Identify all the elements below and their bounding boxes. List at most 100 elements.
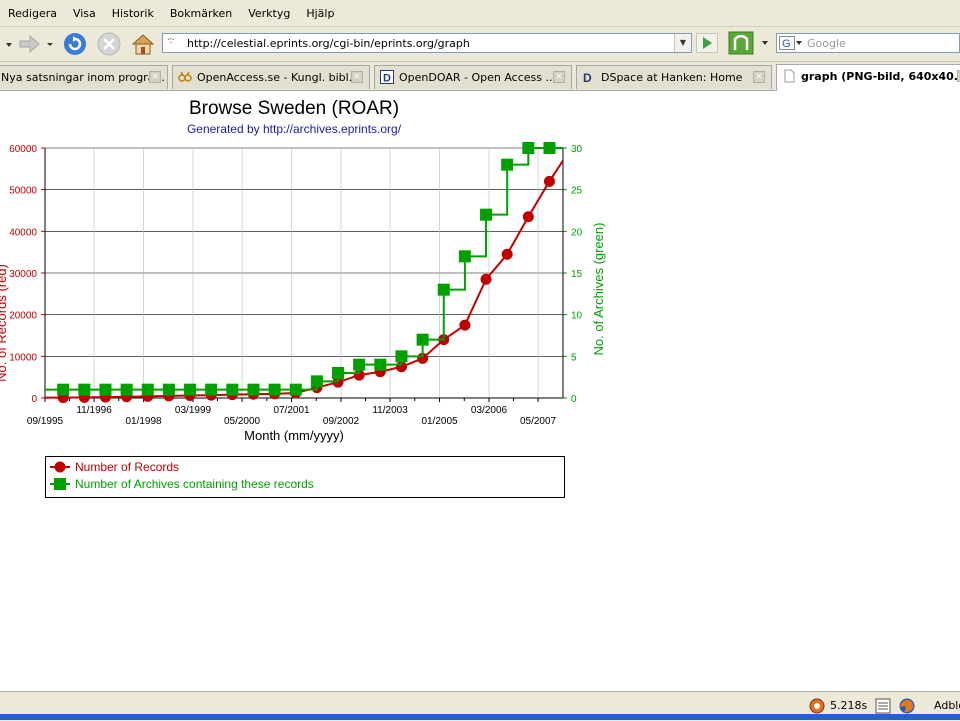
y-right-tick-label: 5 (571, 352, 577, 363)
load-time: 5.218s (830, 699, 868, 712)
archives-data-point (458, 250, 471, 263)
archives-data-point (353, 358, 366, 371)
search-placeholder[interactable]: Google (807, 37, 846, 50)
archives-data-point (99, 383, 112, 396)
openaccess-icon (178, 71, 192, 82)
menu-item-redigera[interactable]: Redigera (0, 7, 65, 20)
svg-text:D: D (583, 71, 592, 84)
x-tick-label: 05/2000 (224, 416, 261, 427)
forward-icon[interactable] (16, 31, 42, 57)
y-right-tick-label: 10 (571, 311, 583, 322)
records-data-point (501, 248, 513, 260)
site-identity-icon[interactable]: ·:· (167, 35, 175, 46)
y-left-tick-label: 60000 (9, 144, 37, 155)
y-right-tick-label: 20 (571, 227, 583, 238)
x-tick-label: 11/2003 (372, 405, 408, 416)
archives-data-point (522, 142, 535, 154)
y-right-tick-label: 15 (571, 269, 583, 280)
y-left-tick-label: 10000 (9, 352, 37, 363)
chart-title: Browse Sweden (ROAR) (189, 98, 399, 119)
menu-item-verktyg[interactable]: Verktyg (240, 7, 298, 20)
menu-item-bokmarken[interactable]: Bokmärken (162, 7, 240, 20)
url-dropdown-icon[interactable]: ▼ (674, 34, 691, 52)
records-data-point (480, 273, 492, 285)
x-tick-label: 09/1995 (27, 416, 64, 427)
archives-data-point (374, 358, 387, 371)
svg-text:G: G (782, 38, 791, 50)
close-icon[interactable]: × (753, 71, 765, 83)
tab-label[interactable]: OpenDOAR - Open Access ... (399, 67, 556, 89)
archives-data-point (289, 383, 302, 396)
x-tick-label: 03/2006 (471, 405, 508, 416)
records-data-point (522, 211, 534, 223)
tab-label[interactable]: Nya satsningar inom progra... (1, 67, 165, 89)
tab-bar: Nya satsningar inom progra... × OpenAcce… (0, 62, 960, 91)
x-tick-label: 03/1999 (175, 405, 212, 416)
archives-data-point (184, 383, 197, 396)
page-content: Browse Sweden (ROAR) Generated by http:/… (0, 91, 960, 691)
menu-bar: Redigera Visa Historik Bokmärken Verktyg… (0, 0, 960, 27)
search-box[interactable]: G Google (776, 33, 960, 53)
archives-data-point (78, 383, 91, 396)
archives-data-point (310, 375, 323, 388)
tab-graph[interactable]: graph (PNG-bild, 640x40... × (776, 64, 960, 91)
archives-data-point (57, 383, 70, 396)
archives-data-point (162, 383, 175, 396)
x-tick-label: 09/2002 (323, 416, 360, 427)
x-tick-label: 05/2007 (520, 416, 557, 427)
close-icon[interactable]: × (149, 71, 161, 83)
tab-openaccess[interactable]: OpenAccess.se - Kungl. bibl... × (172, 65, 370, 89)
menu-item-historik[interactable]: Historik (104, 7, 162, 20)
svg-text:D: D (383, 73, 391, 85)
close-icon[interactable]: × (553, 71, 565, 83)
stats-icon[interactable] (874, 697, 892, 715)
home-icon[interactable] (130, 31, 156, 57)
forward-dropdown-icon[interactable] (44, 31, 56, 57)
archives-data-point (332, 367, 345, 379)
tab-label[interactable]: graph (PNG-bild, 640x40... (801, 66, 960, 88)
y-left-tick-label: 30000 (9, 269, 37, 280)
adblock-status[interactable]: Adblo (934, 699, 960, 712)
y-right-tick-label: 30 (571, 144, 583, 155)
archives-data-point (120, 383, 133, 396)
legend-records-label: Number of Records (75, 460, 179, 474)
opendoar-icon: D (380, 70, 394, 84)
legend: Number of Records Number of Archives con… (45, 456, 565, 498)
taskbar (0, 714, 960, 720)
y-right-tick-label: 0 (571, 394, 577, 405)
url-bar[interactable]: ·:· http://celestial.eprints.org/cgi-bin… (162, 33, 692, 53)
legend-records-marker (54, 461, 66, 473)
dspace-icon: D (583, 71, 592, 84)
y-axis-right-label: No. of Archives (green) (591, 223, 606, 356)
tab-label[interactable]: DSpace at Hanken: Home (601, 67, 742, 89)
archives-data-point (141, 383, 154, 396)
firefox-icon[interactable] (898, 697, 916, 715)
menu-item-visa[interactable]: Visa (65, 7, 104, 20)
url-text[interactable]: http://celestial.eprints.org/cgi-bin/epr… (187, 37, 470, 50)
records-data-point (543, 175, 555, 187)
tab-dspace-hanken[interactable]: D DSpace at Hanken: Home × (576, 65, 772, 89)
go-icon[interactable] (696, 33, 718, 53)
firebug-icon[interactable] (808, 697, 826, 715)
tab-nya-satsningar[interactable]: Nya satsningar inom progra... × (0, 65, 168, 89)
y-left-tick-label: 0 (31, 394, 37, 405)
x-tick-label: 07/2001 (273, 405, 310, 416)
extension-dropdown-icon[interactable] (760, 38, 770, 48)
google-engine-icon[interactable]: G (779, 36, 803, 50)
stop-icon[interactable] (96, 31, 122, 57)
x-tick-label: 01/1998 (125, 416, 162, 427)
archives-data-point (416, 333, 429, 346)
reload-icon[interactable] (62, 31, 88, 57)
page-icon (784, 69, 795, 83)
close-icon[interactable]: × (351, 71, 363, 83)
tab-label[interactable]: OpenAccess.se - Kungl. bibl... (197, 67, 359, 89)
archives-series-line (45, 147, 563, 391)
archives-data-point (268, 383, 281, 396)
menu-item-hjalp[interactable]: Hjälp (298, 7, 342, 20)
y-axis-left-label: No. of Records (red) (0, 264, 9, 382)
archives-data-point (501, 158, 514, 171)
tab-opendoar[interactable]: D OpenDOAR - Open Access ... × (374, 65, 572, 89)
extension-icon[interactable] (728, 31, 754, 55)
records-data-point (459, 319, 471, 331)
x-tick-label: 01/2005 (421, 416, 458, 427)
